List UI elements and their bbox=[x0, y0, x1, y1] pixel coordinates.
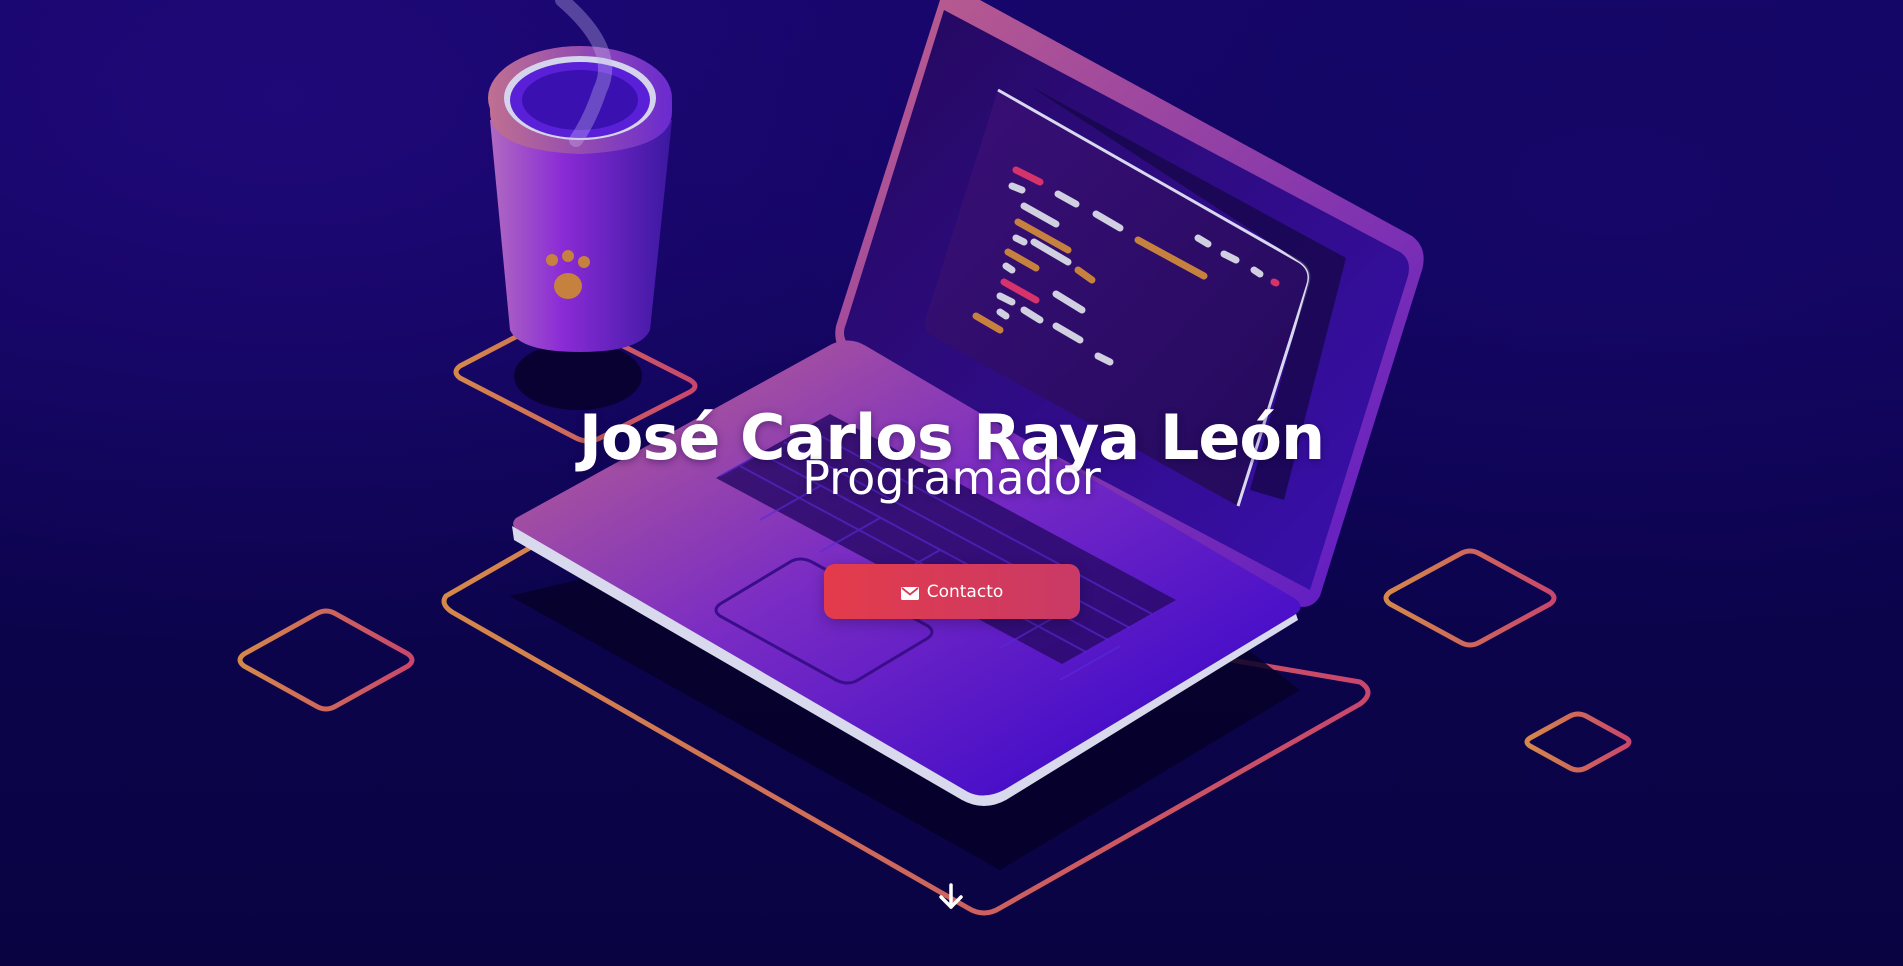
contact-button-label: Contacto bbox=[926, 581, 1004, 602]
arrow-down-icon[interactable] bbox=[936, 882, 966, 912]
hero-section: José Carlos Raya León Programador Contac… bbox=[0, 0, 1903, 966]
envelope-icon bbox=[900, 585, 919, 600]
contact-button[interactable]: Contacto bbox=[824, 564, 1080, 619]
laptop-coffee-illustration bbox=[237, 0, 1632, 916]
